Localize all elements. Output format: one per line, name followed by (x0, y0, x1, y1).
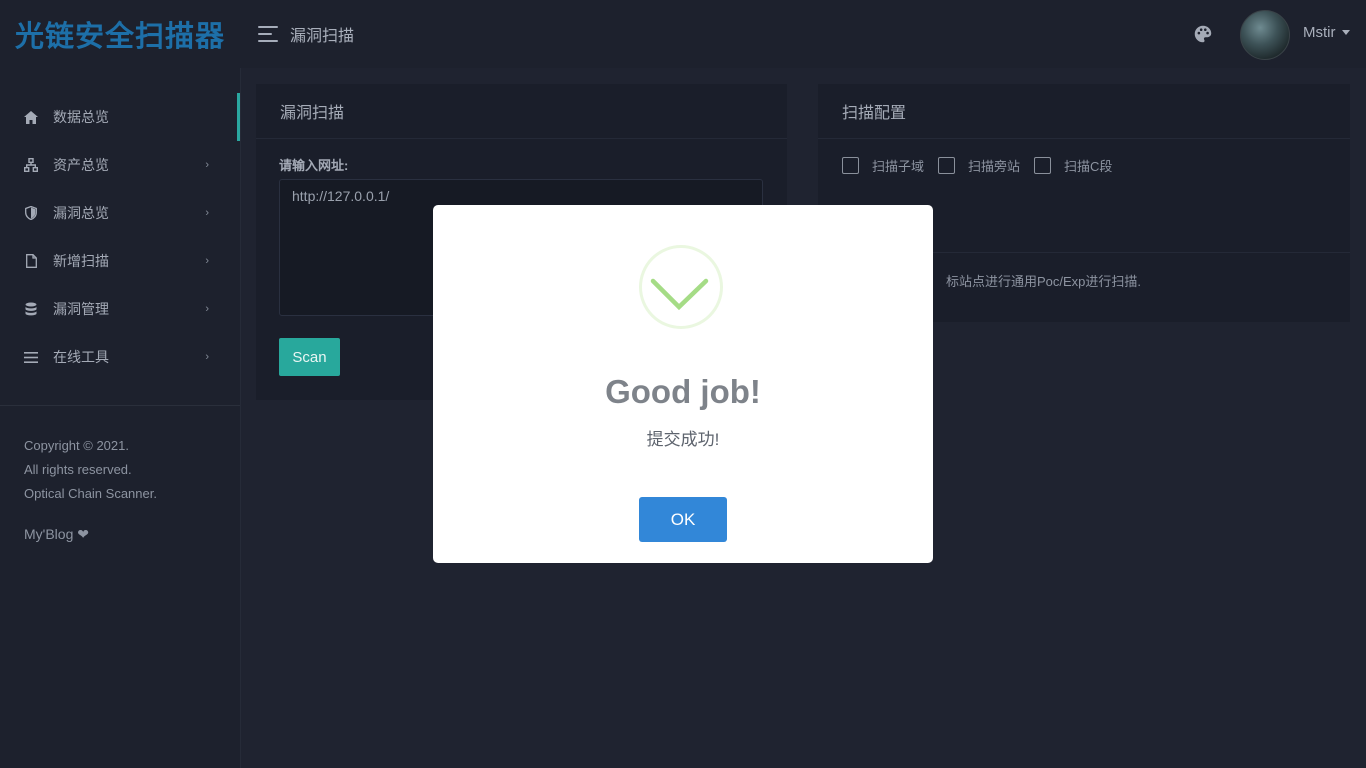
dialog-title: Good job! (605, 373, 761, 410)
dialog-message: 提交成功! (646, 430, 720, 449)
ok-button[interactable]: OK (639, 497, 727, 542)
success-check-icon (639, 245, 723, 329)
success-dialog: Good job! 提交成功! OK (433, 205, 933, 563)
